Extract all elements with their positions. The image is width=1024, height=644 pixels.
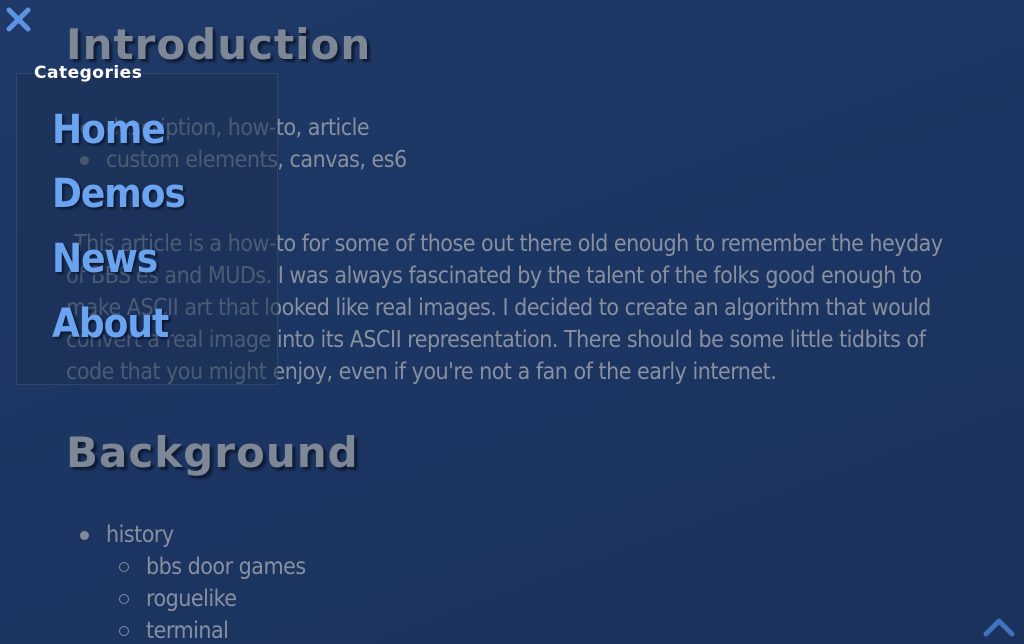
chevron-up-icon (983, 618, 1015, 637)
scroll-top-button[interactable] (982, 614, 1016, 638)
heading-background: Background (66, 428, 359, 477)
menu-item-about[interactable]: About (52, 304, 169, 344)
bullet-icon (80, 531, 89, 540)
close-icon (6, 7, 31, 32)
heading-introduction: Introduction (66, 20, 372, 69)
menu-item-news[interactable]: News (52, 239, 158, 279)
list-item: history (80, 519, 174, 551)
list-subitem: bbs door games (119, 551, 306, 583)
list-subitem: terminal (119, 615, 229, 644)
list-subitem: roguelike (119, 583, 237, 615)
bullet-icon (119, 626, 129, 636)
menu-title: Categories (34, 63, 143, 83)
close-button[interactable] (4, 4, 34, 34)
bullet-icon (119, 594, 129, 604)
bullet-icon (119, 562, 129, 572)
menu-item-demos[interactable]: Demos (52, 174, 186, 214)
menu-item-home[interactable]: Home (52, 110, 166, 150)
